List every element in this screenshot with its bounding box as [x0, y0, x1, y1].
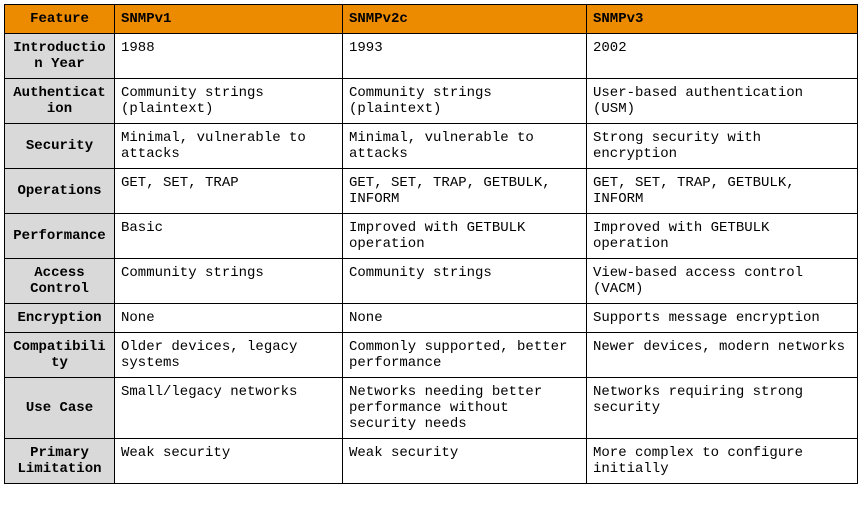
data-cell-v1: Minimal, vulnerable to attacks — [115, 124, 343, 169]
row-header-cell: Encryption — [5, 304, 115, 333]
table-row: PerformanceBasicImproved with GETBULK op… — [5, 214, 858, 259]
data-cell-v1: 1988 — [115, 34, 343, 79]
table-row: AuthenticationCommunity strings (plainte… — [5, 79, 858, 124]
data-cell-v3: 2002 — [587, 34, 858, 79]
data-cell-v1: Community strings — [115, 259, 343, 304]
col-header-v1: SNMPv1 — [115, 5, 343, 34]
table-row: OperationsGET, SET, TRAPGET, SET, TRAP, … — [5, 169, 858, 214]
data-cell-v2: Minimal, vulnerable to attacks — [343, 124, 587, 169]
data-cell-v3: GET, SET, TRAP, GETBULK, INFORM — [587, 169, 858, 214]
row-header-cell: Compatibility — [5, 333, 115, 378]
table-row: Access ControlCommunity stringsCommunity… — [5, 259, 858, 304]
data-cell-v2: Community strings — [343, 259, 587, 304]
data-cell-v3: Newer devices, modern networks — [587, 333, 858, 378]
table-row: SecurityMinimal, vulnerable to attacksMi… — [5, 124, 858, 169]
data-cell-v3: Improved with GETBULK operation — [587, 214, 858, 259]
data-cell-v2: Improved with GETBULK operation — [343, 214, 587, 259]
row-header-cell: Operations — [5, 169, 115, 214]
table-row: EncryptionNoneNoneSupports message encry… — [5, 304, 858, 333]
row-header-cell: Primary Limitation — [5, 439, 115, 484]
row-header-cell: Performance — [5, 214, 115, 259]
data-cell-v3: Networks requiring strong security — [587, 378, 858, 439]
data-cell-v2: Commonly supported, better performance — [343, 333, 587, 378]
table-row: Introduction Year198819932002 — [5, 34, 858, 79]
data-cell-v3: View-based access control (VACM) — [587, 259, 858, 304]
table-row: Primary LimitationWeak securityWeak secu… — [5, 439, 858, 484]
col-header-v2: SNMPv2c — [343, 5, 587, 34]
row-header-cell: Access Control — [5, 259, 115, 304]
row-header-cell: Security — [5, 124, 115, 169]
data-cell-v1: Older devices, legacy systems — [115, 333, 343, 378]
data-cell-v1: None — [115, 304, 343, 333]
table-row: CompatibilityOlder devices, legacy syste… — [5, 333, 858, 378]
table-row: Use CaseSmall/legacy networksNetworks ne… — [5, 378, 858, 439]
data-cell-v2: Weak security — [343, 439, 587, 484]
snmp-comparison-table: Feature SNMPv1 SNMPv2c SNMPv3 Introducti… — [4, 4, 858, 484]
data-cell-v2: Networks needing better performance with… — [343, 378, 587, 439]
data-cell-v2: GET, SET, TRAP, GETBULK, INFORM — [343, 169, 587, 214]
data-cell-v1: Small/legacy networks — [115, 378, 343, 439]
row-header-cell: Use Case — [5, 378, 115, 439]
data-cell-v1: GET, SET, TRAP — [115, 169, 343, 214]
data-cell-v1: Basic — [115, 214, 343, 259]
row-header-cell: Introduction Year — [5, 34, 115, 79]
data-cell-v1: Community strings (plaintext) — [115, 79, 343, 124]
data-cell-v3: Strong security with encryption — [587, 124, 858, 169]
col-header-feature: Feature — [5, 5, 115, 34]
data-cell-v1: Weak security — [115, 439, 343, 484]
data-cell-v3: Supports message encryption — [587, 304, 858, 333]
table-header-row: Feature SNMPv1 SNMPv2c SNMPv3 — [5, 5, 858, 34]
data-cell-v2: Community strings (plaintext) — [343, 79, 587, 124]
data-cell-v2: 1993 — [343, 34, 587, 79]
data-cell-v2: None — [343, 304, 587, 333]
row-header-cell: Authentication — [5, 79, 115, 124]
data-cell-v3: More complex to configure initially — [587, 439, 858, 484]
col-header-v3: SNMPv3 — [587, 5, 858, 34]
data-cell-v3: User-based authentication (USM) — [587, 79, 858, 124]
table-body: Introduction Year198819932002Authenticat… — [5, 34, 858, 484]
